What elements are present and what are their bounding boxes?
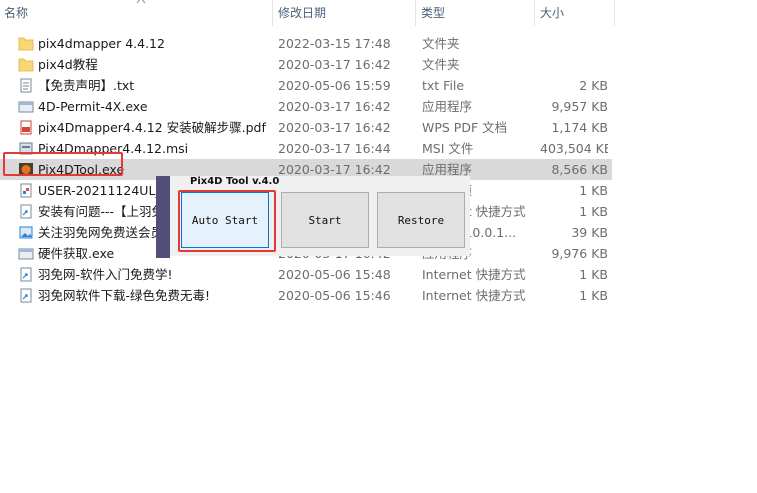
file-row[interactable]: pix4d教程 2020-03-17 16:42 文件夹 <box>0 54 612 75</box>
file-type: 文件夹 <box>422 36 460 51</box>
text-file-icon <box>18 78 34 93</box>
file-type: 文件夹 <box>422 57 460 72</box>
file-type: Internet 快捷方式 <box>422 288 526 303</box>
file-size: 1 KB <box>579 204 608 219</box>
file-size: 9,976 KB <box>551 246 608 261</box>
column-date-header[interactable]: 修改日期 <box>274 0 414 26</box>
column-name-header[interactable]: 名称 <box>0 0 270 26</box>
restore-button[interactable]: Restore <box>377 192 465 248</box>
file-size: 2 KB <box>579 78 608 93</box>
shortcut-icon <box>18 267 34 282</box>
pdf-icon <box>18 120 34 135</box>
file-size: 8,566 KB <box>551 162 608 177</box>
exe-icon <box>18 99 34 114</box>
registry-icon <box>18 183 34 198</box>
highlight-box-auto-start <box>178 190 276 252</box>
file-name: 羽免网软件下载-绿色免费无毒! <box>38 288 211 303</box>
file-type: 应用程序 <box>422 99 473 114</box>
file-date: 2020-05-06 15:48 <box>278 267 391 282</box>
column-divider[interactable] <box>415 0 416 26</box>
tool-window-edge <box>156 176 170 258</box>
column-divider[interactable] <box>614 0 615 26</box>
file-row[interactable]: 【免责声明】.txt 2020-05-06 15:59 txt File 2 KB <box>0 75 612 96</box>
file-row[interactable]: 4D-Permit-4X.exe 2020-03-17 16:42 应用程序 9,95… <box>0 96 612 117</box>
file-size: 1 KB <box>579 288 608 303</box>
highlight-box-file <box>3 152 123 176</box>
file-type: txt File <box>422 78 465 93</box>
file-date: 2020-03-17 16:42 <box>278 99 391 114</box>
file-name: 羽免网-软件入门免费学! <box>38 267 173 282</box>
shortcut-icon <box>18 204 34 219</box>
file-size: 39 KB <box>571 225 608 240</box>
image-icon <box>18 225 34 240</box>
folder-icon <box>18 36 34 51</box>
file-size: 1,174 KB <box>551 120 608 135</box>
file-name: 【免责声明】.txt <box>38 78 135 93</box>
file-date: 2020-03-17 16:42 <box>278 120 391 135</box>
column-divider[interactable] <box>534 0 535 26</box>
start-button[interactable]: Start <box>281 192 369 248</box>
file-date: 2022-03-15 17:48 <box>278 36 391 51</box>
column-divider[interactable] <box>272 0 273 26</box>
exe-icon <box>18 246 34 261</box>
file-date: 2020-03-17 16:44 <box>278 141 391 156</box>
column-size-header[interactable]: 大小 <box>536 0 614 26</box>
file-name: pix4d教程 <box>38 57 98 72</box>
file-row[interactable]: 羽免网软件下载-绿色免费无毒! 2020-05-06 15:46 Internet … <box>0 285 612 306</box>
file-size: 403,504 KB <box>540 141 608 156</box>
file-size: 9,957 KB <box>551 99 608 114</box>
folder-icon <box>18 57 34 72</box>
file-date: 2020-05-06 15:46 <box>278 288 391 303</box>
file-size: 1 KB <box>579 267 608 282</box>
file-size <box>540 54 608 75</box>
file-name: 4D-Permit-4X.exe <box>38 99 148 114</box>
file-row[interactable]: pix4dmapper 4.4.12 2022-03-15 17:48 文件夹 <box>0 33 612 54</box>
file-type: Internet 快捷方式 <box>422 267 526 282</box>
column-header: 名称 修改日期 类型 大小 <box>0 0 757 26</box>
file-size: 1 KB <box>579 183 608 198</box>
tool-window-title: Pix4D Tool v.4.0 <box>190 176 280 187</box>
file-date: 2020-05-06 15:59 <box>278 78 391 93</box>
file-date: 2020-03-17 16:42 <box>278 57 391 72</box>
file-row[interactable]: pix4Dmapper4.4.12 安装破解步骤.pdf 2020-03-17 1… <box>0 117 612 138</box>
file-size <box>540 33 608 54</box>
column-type-header[interactable]: 类型 <box>417 0 532 26</box>
file-type: MSI 文件 <box>422 141 474 156</box>
file-type: WPS PDF 文档 <box>422 120 508 135</box>
file-name: pix4Dmapper4.4.12 安装破解步骤.pdf <box>38 120 266 135</box>
file-name: pix4dmapper 4.4.12 <box>38 36 165 51</box>
file-row[interactable]: 羽免网-软件入门免费学! 2020-05-06 15:48 Internet 快捷方… <box>0 264 612 285</box>
shortcut-icon <box>18 288 34 303</box>
